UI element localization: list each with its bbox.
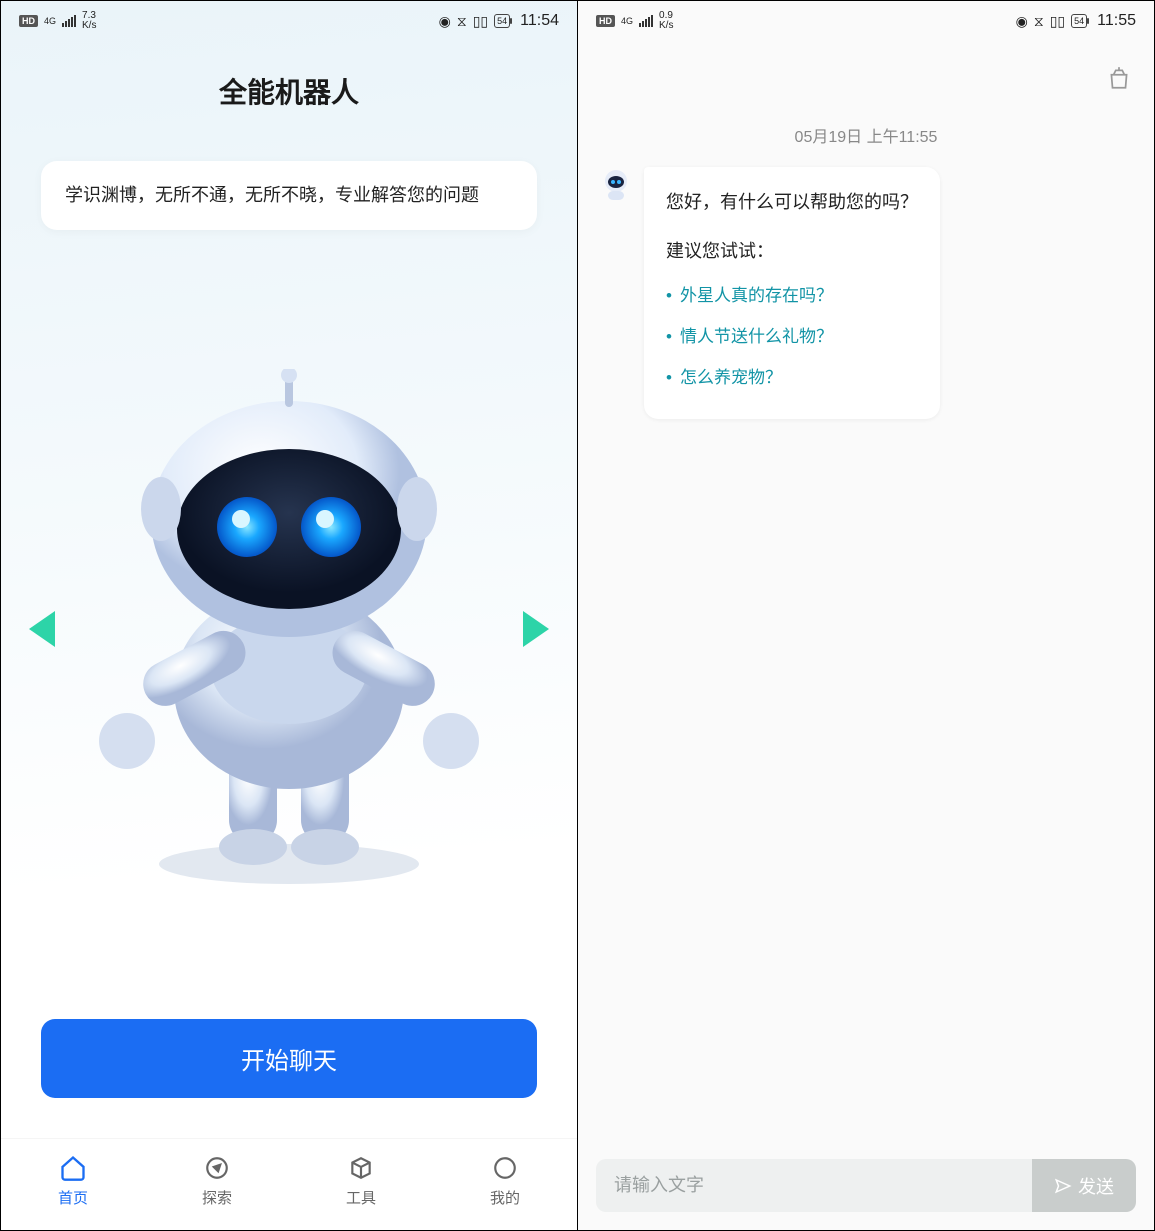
carousel-next-icon[interactable]: [523, 611, 549, 647]
status-bar: HD 4G 0.9 K/s ◉ ⧖ ▯▯ 54 11:55: [578, 1, 1154, 41]
clock: 11:54: [520, 12, 559, 30]
message-input[interactable]: [596, 1159, 1032, 1212]
send-icon: [1054, 1177, 1072, 1195]
clear-button[interactable]: [1106, 65, 1134, 93]
chat-screen: HD 4G 0.9 K/s ◉ ⧖ ▯▯ 54 11:55 05月19日 上午1…: [578, 1, 1154, 1230]
nav-home[interactable]: 首页: [58, 1153, 88, 1208]
page-title: 全能机器人: [1, 41, 577, 131]
eye-icon: ◉: [1016, 13, 1028, 30]
carousel-prev-icon[interactable]: [29, 611, 55, 647]
nav-tools[interactable]: 工具: [346, 1153, 376, 1208]
hd-icon: HD: [596, 15, 615, 27]
suggestion-item[interactable]: 外星人真的存在吗？: [666, 276, 918, 317]
network-speed: 0.9 K/s: [659, 11, 673, 31]
bluetooth-icon: ⧖: [457, 13, 467, 30]
vibrate-icon: ▯▯: [473, 13, 488, 30]
nav-explore-label: 探索: [202, 1187, 232, 1208]
intro-text: 学识渊博，无所不通，无所不晓，专业解答您的问题: [41, 161, 537, 230]
bot-message-bubble: 您好，有什么可以帮助您的吗？ 建议您试试： 外星人真的存在吗？ 情人节送什么礼物…: [644, 167, 940, 419]
nav-home-label: 首页: [58, 1187, 88, 1208]
start-chat-button[interactable]: 开始聊天: [41, 1019, 537, 1098]
box-icon: [346, 1153, 376, 1183]
bluetooth-icon: ⧖: [1034, 13, 1044, 30]
nav-mine[interactable]: 我的: [490, 1153, 520, 1208]
date-stamp: 05月19日 上午11:55: [578, 93, 1154, 167]
circle-icon: [490, 1153, 520, 1183]
network-label: 4G: [44, 17, 56, 26]
input-bar: 发送: [578, 1141, 1154, 1230]
bottom-nav: 首页 探索 工具 我的: [1, 1138, 577, 1230]
home-screen: HD 4G 7.3 K/s ◉ ⧖ ▯▯ 54 11:54 全能机器人 学识渊博…: [1, 1, 578, 1230]
network-label: 4G: [621, 17, 633, 26]
bot-message-row: 您好，有什么可以帮助您的吗？ 建议您试试： 外星人真的存在吗？ 情人节送什么礼物…: [578, 167, 1154, 419]
eye-icon: ◉: [439, 13, 451, 30]
clock: 11:55: [1097, 12, 1136, 30]
send-label: 发送: [1078, 1173, 1114, 1199]
robot-carousel: [1, 260, 577, 1009]
suggestion-item[interactable]: 怎么养宠物？: [666, 358, 918, 399]
signal-icon: [639, 15, 653, 27]
compass-icon: [202, 1153, 232, 1183]
greeting-text: 您好，有什么可以帮助您的吗？: [666, 187, 918, 218]
vibrate-icon: ▯▯: [1050, 13, 1065, 30]
bot-avatar-icon: [598, 167, 634, 203]
battery-icon: 54: [1071, 14, 1087, 28]
suggestion-list: 外星人真的存在吗？ 情人节送什么礼物？ 怎么养宠物？: [666, 276, 918, 399]
robot-illustration: [79, 369, 499, 889]
signal-icon: [62, 15, 76, 27]
suggestion-title: 建议您试试：: [666, 236, 918, 267]
nav-explore[interactable]: 探索: [202, 1153, 232, 1208]
nav-tools-label: 工具: [346, 1187, 376, 1208]
hd-icon: HD: [19, 15, 38, 27]
suggestion-item[interactable]: 情人节送什么礼物？: [666, 317, 918, 358]
status-bar: HD 4G 7.3 K/s ◉ ⧖ ▯▯ 54 11:54: [1, 1, 577, 41]
network-speed: 7.3 K/s: [82, 11, 96, 31]
nav-mine-label: 我的: [490, 1187, 520, 1208]
battery-icon: 54: [494, 14, 510, 28]
send-button[interactable]: 发送: [1032, 1159, 1136, 1212]
home-icon: [58, 1153, 88, 1183]
